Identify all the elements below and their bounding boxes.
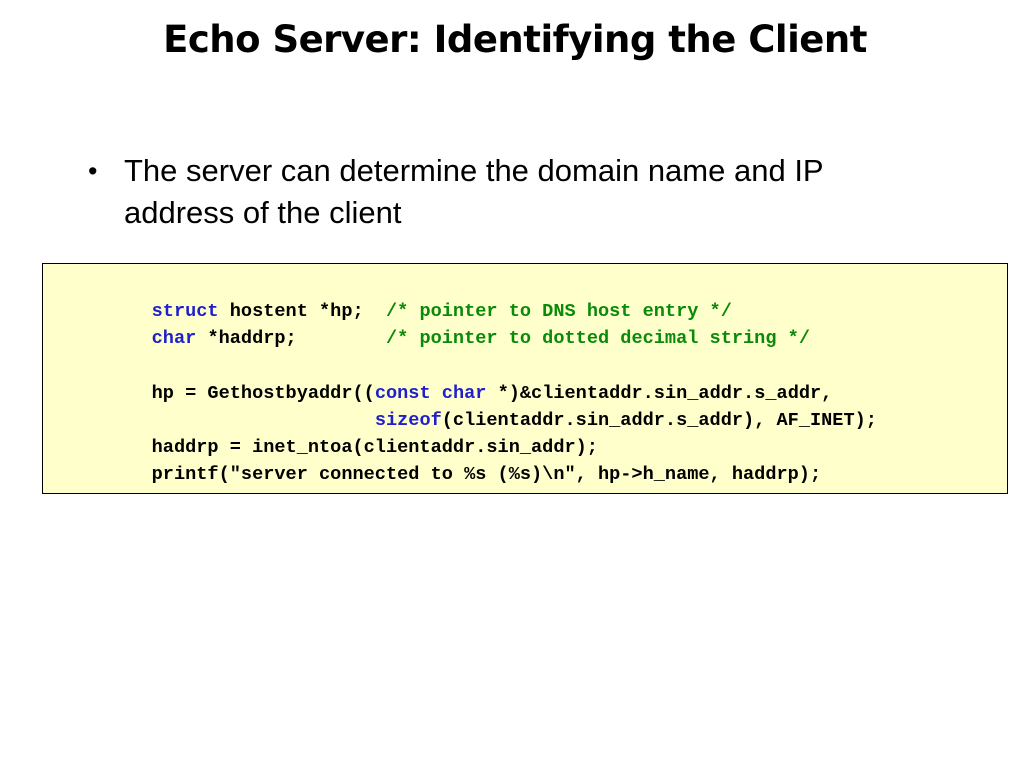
code-text: haddrp = inet_ntoa(clientaddr.sin_addr); (151, 437, 598, 459)
bullet-marker: • (88, 156, 98, 186)
code-comment: /* pointer to DNS host entry */ (385, 301, 732, 323)
code-text: *haddrp; (196, 328, 386, 350)
code-text: printf("server connected to %s (%s)\n", … (151, 464, 822, 486)
code-text: hostent *hp; (218, 301, 386, 323)
code-text: *)&clientaddr.sin_addr.s_addr, (486, 382, 833, 404)
code-line: struct hostent *hp; /* pointer to DNS ho… (107, 271, 1007, 322)
code-text: (clientaddr.sin_addr.s_addr), AF_INET); (441, 409, 877, 431)
code-keyword: const (374, 382, 431, 404)
bullet-list: • The server can determine the domain na… (88, 150, 948, 234)
code-keyword: struct (151, 301, 219, 323)
code-comment: /* pointer to dotted decimal string */ (385, 328, 810, 350)
bullet-text-line-1: The server can determine the domain name… (124, 153, 824, 188)
code-keyword: sizeof (374, 409, 442, 431)
code-keyword: char (151, 328, 197, 350)
code-text: hp = Gethostbyaddr(( (151, 382, 375, 404)
bullet-text-line-2: address of the client (124, 195, 402, 230)
code-line: hp = Gethostbyaddr((const char *)&client… (107, 353, 1007, 404)
slide-title: Echo Server: Identifying the Client (163, 18, 867, 61)
bullet-item: • The server can determine the domain na… (88, 150, 948, 234)
code-block: struct hostent *hp; /* pointer to DNS ho… (42, 263, 1008, 494)
code-keyword: char (441, 382, 487, 404)
